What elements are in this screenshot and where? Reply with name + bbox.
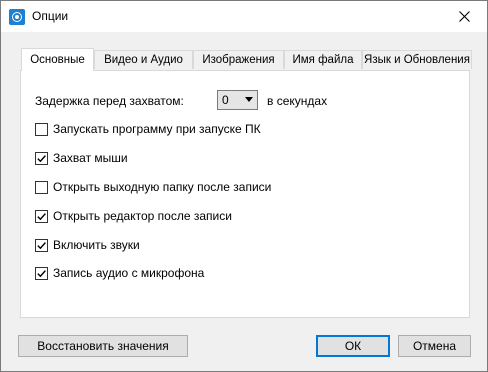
- capture-delay-label: Задержка перед захватом:: [35, 94, 184, 108]
- tab-general[interactable]: Основные: [21, 48, 94, 71]
- checkbox[interactable]: [35, 239, 48, 252]
- option-label: Включить звуки: [53, 238, 140, 252]
- title-bar: Опции: [1, 1, 487, 32]
- checkbox[interactable]: [35, 210, 48, 223]
- option-label: Открыть редактор после записи: [53, 209, 232, 223]
- capture-delay-unit: в секундах: [267, 94, 328, 108]
- ok-button[interactable]: ОК: [316, 335, 390, 357]
- tab-images[interactable]: Изображения: [193, 50, 284, 69]
- screen-recorder-icon: [9, 9, 25, 25]
- option-label: Захват мыши: [53, 151, 128, 165]
- option-label: Открыть выходную папку после записи: [53, 180, 272, 194]
- checkbox[interactable]: [35, 123, 48, 136]
- capture-delay-value: 0: [222, 93, 229, 107]
- checkbox[interactable]: [35, 152, 48, 165]
- checkmark-icon: [37, 270, 46, 278]
- tab-language-updates[interactable]: Язык и Обновления: [362, 50, 472, 69]
- option-label: Запись аудио с микрофона: [53, 266, 205, 280]
- restore-defaults-button[interactable]: Восстановить значения: [18, 335, 188, 357]
- capture-delay-select[interactable]: 0: [217, 90, 258, 110]
- tab-video-audio[interactable]: Видео и Аудио: [94, 50, 193, 69]
- checkmark-icon: [37, 213, 46, 221]
- checkmark-icon: [37, 242, 46, 250]
- chevron-down-icon: [245, 97, 253, 102]
- checkmark-icon: [37, 155, 46, 163]
- window-title: Опции: [32, 9, 69, 23]
- checkbox[interactable]: [35, 181, 48, 194]
- close-icon: [458, 11, 470, 22]
- checkbox[interactable]: [35, 267, 48, 280]
- tab-file-name[interactable]: Имя файла: [284, 50, 362, 69]
- option-label: Запускать программу при запуске ПК: [53, 122, 261, 136]
- close-button[interactable]: [441, 1, 487, 32]
- options-dialog: Опции Основные Видео и Аудио Изображения…: [0, 0, 488, 372]
- cancel-button[interactable]: Отмена: [398, 335, 471, 357]
